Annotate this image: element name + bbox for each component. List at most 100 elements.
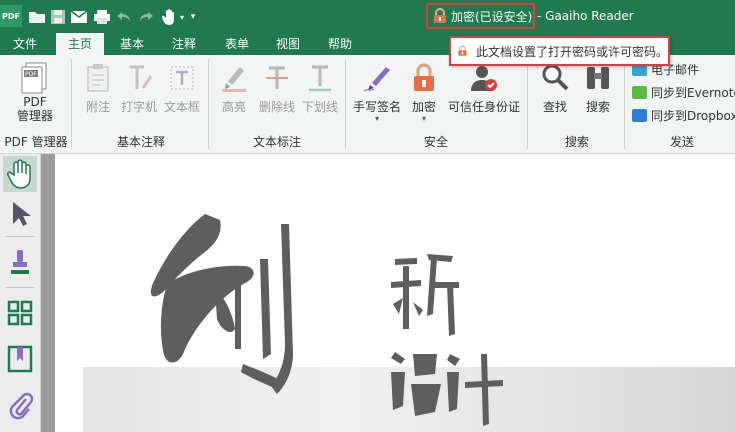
- select-arrow-icon: [13, 202, 31, 226]
- group-separator: [527, 59, 528, 149]
- app-title: - Gaaiho Reader: [537, 9, 634, 23]
- stamp-tool-button[interactable]: [3, 244, 37, 280]
- chevron-down-icon: ▾: [374, 114, 379, 123]
- text-box-button[interactable]: 文本框: [162, 61, 202, 115]
- strikethrough-icon: [261, 61, 293, 95]
- security-tooltip: 此文档设置了打开密码或许可密码。: [449, 36, 670, 66]
- encrypt-button[interactable]: 加密 ▾: [406, 61, 442, 123]
- sync-dropbox-label: 同步到Dropbox: [651, 108, 735, 123]
- left-tool-panel: [0, 154, 41, 432]
- strikethrough-button[interactable]: 删除线: [256, 61, 298, 115]
- thumbnails-button[interactable]: [3, 295, 37, 331]
- pdf-page: [55, 154, 735, 432]
- tab-file[interactable]: 文件: [4, 33, 46, 55]
- sticky-note-icon: [82, 61, 114, 95]
- hand-tool-icon: [7, 159, 31, 189]
- handwritten-signature-button[interactable]: 手写签名 ▾: [350, 61, 404, 123]
- app-logo-text: PDF: [2, 11, 20, 21]
- tool-separator: [6, 287, 34, 288]
- pdf-manager-button[interactable]: PDF PDF 管理器: [9, 61, 61, 123]
- security-status-indicator[interactable]: 加密(已设安全): [426, 3, 535, 29]
- highlight-icon: [218, 61, 250, 95]
- svg-text:PDF: PDF: [25, 71, 37, 78]
- binoculars-icon: [582, 61, 614, 95]
- typewriter-button[interactable]: 打字机: [119, 61, 159, 115]
- lock-icon: [434, 8, 446, 23]
- pen-signature-icon: [361, 61, 393, 95]
- highlight-label: 高亮: [221, 100, 246, 114]
- group-label-basic-annotation: 基本注释: [116, 135, 165, 149]
- tab-basic[interactable]: 基本: [110, 33, 154, 55]
- tab-annotation[interactable]: 注释: [162, 33, 206, 55]
- save-icon[interactable]: [49, 7, 67, 27]
- text-box-icon: [166, 61, 198, 95]
- text-box-label: 文本框: [163, 100, 200, 114]
- group-separator: [208, 59, 209, 149]
- sticky-note-button[interactable]: 附注: [80, 61, 116, 115]
- lock-icon: [408, 61, 440, 95]
- strikethrough-label: 删除线: [258, 100, 295, 114]
- pdf-manager-label-1: PDF: [23, 95, 47, 109]
- bookmark-icon: [7, 345, 33, 373]
- sync-evernote-label: 同步到Evernote: [651, 85, 735, 100]
- pdf-manager-label-2: 管理器: [16, 109, 53, 123]
- find-button[interactable]: 查找: [537, 61, 573, 115]
- hand-tool-dropdown-icon[interactable]: ▾: [177, 7, 187, 27]
- group-label-send: 发送: [669, 135, 694, 149]
- evernote-icon: [632, 85, 647, 99]
- document-view[interactable]: [41, 154, 735, 432]
- search-label: 搜索: [585, 100, 610, 114]
- undo-icon[interactable]: [115, 7, 133, 27]
- trusted-identity-label: 可信任身份证: [447, 100, 520, 114]
- customize-dropdown-icon[interactable]: ▾: [188, 7, 198, 27]
- stamp-icon: [11, 250, 29, 274]
- underline-label: 下划线: [301, 100, 338, 114]
- sync-dropbox-button[interactable]: 同步到Dropbox: [632, 105, 735, 125]
- email-icon[interactable]: [69, 7, 89, 27]
- attachments-button[interactable]: [3, 387, 37, 423]
- open-folder-icon[interactable]: [27, 7, 47, 27]
- attachment-icon: [9, 392, 33, 420]
- encrypt-label: 加密: [411, 100, 436, 114]
- trusted-identity-button[interactable]: 可信任身份证: [445, 61, 523, 115]
- group-separator: [71, 59, 72, 149]
- group-label-search: 搜索: [564, 135, 589, 149]
- trusted-id-icon: [468, 61, 500, 95]
- select-tool-button[interactable]: [3, 196, 37, 232]
- typewriter-label: 打字机: [120, 100, 157, 114]
- brush-calligraphy-graphic: [150, 214, 503, 426]
- hand-tool-button[interactable]: [3, 156, 37, 192]
- highlight-button[interactable]: 高亮: [216, 61, 252, 115]
- thumbnails-icon: [7, 300, 33, 326]
- print-icon[interactable]: [92, 7, 112, 27]
- pdf-manager-icon: PDF: [19, 61, 51, 95]
- dropbox-icon: [632, 108, 647, 122]
- find-label: 查找: [542, 100, 567, 114]
- redo-icon[interactable]: [137, 7, 155, 27]
- underline-button[interactable]: 下划线: [300, 61, 340, 115]
- bookmarks-button[interactable]: [3, 341, 37, 377]
- security-tooltip-text: 此文档设置了打开密码或许可密码。: [475, 44, 668, 59]
- sticky-note-label: 附注: [85, 100, 110, 114]
- tab-home[interactable]: 主页: [56, 33, 104, 55]
- group-label-text-markup: 文本标注: [252, 135, 301, 149]
- search-button[interactable]: 搜索: [580, 61, 616, 115]
- title-bar: PDF ▾ ▾ 加密(已设安全) - Gaaiho Reader: [0, 0, 735, 33]
- lock-icon: [458, 45, 467, 56]
- group-separator: [624, 59, 625, 149]
- security-status-label: 加密(已设安全): [451, 9, 533, 24]
- tab-form[interactable]: 表单: [215, 33, 259, 55]
- magnifier-icon: [539, 61, 571, 95]
- group-separator: [345, 59, 346, 149]
- sync-evernote-button[interactable]: 同步到Evernote: [632, 82, 735, 102]
- app-logo-icon[interactable]: PDF: [0, 5, 22, 27]
- tab-help[interactable]: 帮助: [318, 33, 362, 55]
- hand-tool-icon[interactable]: [160, 7, 178, 27]
- typewriter-icon: [123, 61, 155, 95]
- underline-icon: [304, 61, 336, 95]
- handwritten-signature-label: 手写签名: [352, 100, 401, 114]
- tab-view[interactable]: 视图: [266, 33, 310, 55]
- ribbon-home: PDF PDF 管理器 PDF 管理器 附注 打字机 文本框 基本注释 高亮 删…: [0, 55, 735, 154]
- tool-separator: [6, 236, 34, 237]
- group-label-security: 安全: [423, 135, 448, 149]
